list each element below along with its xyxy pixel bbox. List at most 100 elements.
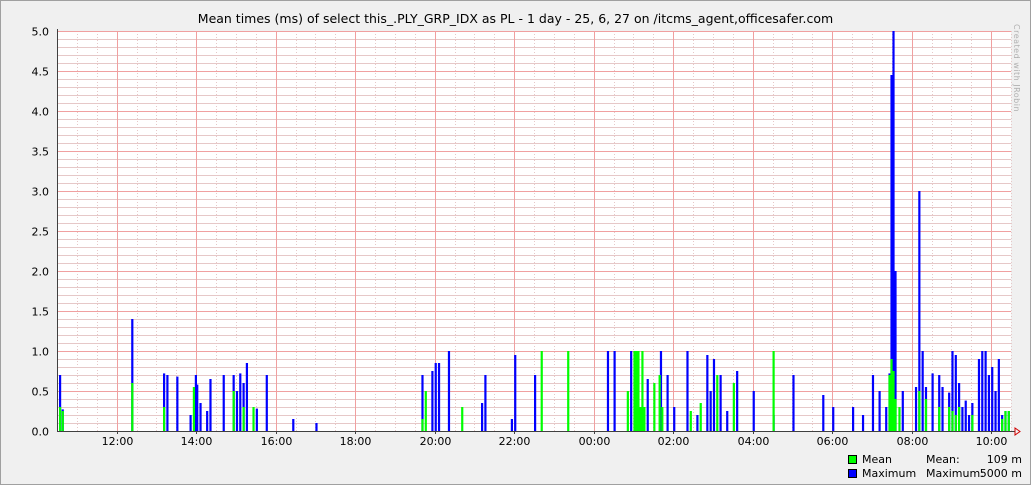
bar-maximum	[484, 375, 487, 431]
bar-mean	[1007, 411, 1010, 431]
bar-maximum	[991, 367, 994, 431]
bar-maximum	[964, 400, 967, 431]
bar-mean	[716, 375, 719, 431]
bar-maximum	[961, 407, 964, 431]
bar-mean	[131, 383, 134, 431]
x-tick-label: 18:00	[340, 435, 372, 448]
bar-maximum	[481, 403, 484, 431]
x-tick-label: 16:00	[261, 435, 293, 448]
bar-maximum	[885, 407, 888, 431]
bar-mean	[699, 403, 702, 431]
bar-maximum	[239, 373, 242, 431]
bar-maximum	[709, 391, 712, 431]
legend-label-maximum: Maximum	[862, 466, 917, 480]
y-tick-label: 0.5	[32, 386, 50, 399]
bar-maximum	[871, 375, 875, 431]
bar-maximum	[987, 375, 991, 431]
bar-maximum	[630, 351, 633, 431]
bar-maximum	[235, 391, 239, 431]
bar-maximum	[255, 408, 258, 431]
bar-maximum	[984, 351, 987, 431]
bar-maximum	[206, 411, 209, 431]
x-tick-label: 04:00	[738, 435, 770, 448]
bar-mean	[1004, 411, 1007, 431]
bar-mean	[641, 351, 644, 431]
bar-mean	[1001, 419, 1004, 431]
bar-mean	[242, 407, 245, 431]
bar-maximum	[861, 415, 865, 431]
bar-mean	[567, 351, 570, 431]
bar-maximum	[199, 403, 202, 431]
y-tick-label: 3.0	[32, 186, 50, 199]
bar-mean	[661, 407, 664, 431]
bar-maximum	[719, 375, 722, 431]
legend-label-mean: Mean	[862, 452, 892, 466]
bar-mean	[948, 407, 951, 431]
bar-maximum	[967, 415, 971, 431]
bar-maximum	[437, 363, 441, 431]
bar-maximum	[997, 359, 1000, 431]
bar-maximum	[792, 375, 795, 431]
bar-mean	[192, 387, 196, 431]
bar-maximum	[434, 363, 437, 431]
bar-maximum	[209, 379, 212, 431]
bar-maximum	[977, 359, 981, 431]
bar-maximum	[666, 375, 669, 431]
bar-mean	[892, 371, 895, 431]
bar-mean	[894, 399, 897, 431]
bar-mean	[163, 407, 166, 431]
bar-mean	[689, 411, 692, 431]
bar-mean	[461, 407, 464, 431]
bar-maximum	[176, 376, 179, 431]
bar-maximum	[315, 423, 318, 431]
bar-mean	[890, 359, 893, 431]
y-tick-label: 1.5	[32, 306, 50, 319]
x-tick-label: 08:00	[897, 435, 929, 448]
bar-mean	[898, 407, 901, 431]
bar-mean	[58, 407, 62, 431]
watermark-text: Created with JRobin	[1012, 24, 1021, 113]
chart-svg: 0.0 0.5 1.0 1.5 2.0 2.5 3.0 3.5 4.0 4.5 5.0 12:00 14…	[32, 26, 1021, 448]
bar-maximum	[534, 375, 537, 431]
bar-mean	[424, 391, 427, 431]
legend-row-maximum: Maximum Maximum: 5000 m	[848, 466, 1022, 480]
legend-stat-label-mean: Mean:	[926, 452, 960, 466]
bar-mean	[938, 407, 941, 431]
y-tick-label: 0.0	[32, 426, 50, 439]
bar-maximum	[292, 419, 295, 431]
y-tick-label: 5.0	[32, 26, 50, 39]
bar-mean	[918, 391, 921, 431]
bar-mean	[951, 411, 954, 431]
bar-maximum	[514, 355, 517, 431]
bar-maximum	[673, 407, 676, 431]
bar-maximum	[752, 391, 755, 431]
bar-mean	[633, 351, 636, 431]
bar-mean	[954, 415, 957, 431]
bar-maximum	[222, 375, 225, 431]
bar-mean	[421, 419, 424, 431]
bar-maximum	[941, 387, 944, 431]
bar-maximum	[726, 411, 729, 431]
legend-stat-value-mean: 109 m	[986, 452, 1022, 466]
bar-maximum	[613, 351, 616, 431]
bar-mean	[958, 407, 961, 431]
x-tick-label: 22:00	[499, 435, 531, 448]
x-tick-label: 00:00	[579, 435, 611, 448]
x-axis-arrow-icon	[1014, 427, 1021, 436]
bar-mean	[637, 351, 640, 431]
legend: Mean Mean: 109 m Maximum Maximum: 5000 m	[848, 452, 1022, 480]
bar-maximum	[646, 379, 649, 431]
bar-mean	[924, 399, 928, 431]
bar-mean	[232, 391, 235, 431]
x-tick-label: 06:00	[817, 435, 849, 448]
bar-maximum	[166, 375, 169, 431]
bar-maximum	[686, 351, 689, 431]
bar-maximum	[981, 351, 984, 431]
legend-stat-value-maximum: 5000 m	[979, 466, 1022, 480]
bar-mean	[772, 351, 775, 431]
legend-swatch-mean	[848, 454, 857, 464]
bar-maximum	[606, 351, 610, 431]
bar-maximum	[878, 391, 881, 431]
bar-mean	[635, 351, 638, 431]
bar-maximum	[931, 373, 934, 431]
